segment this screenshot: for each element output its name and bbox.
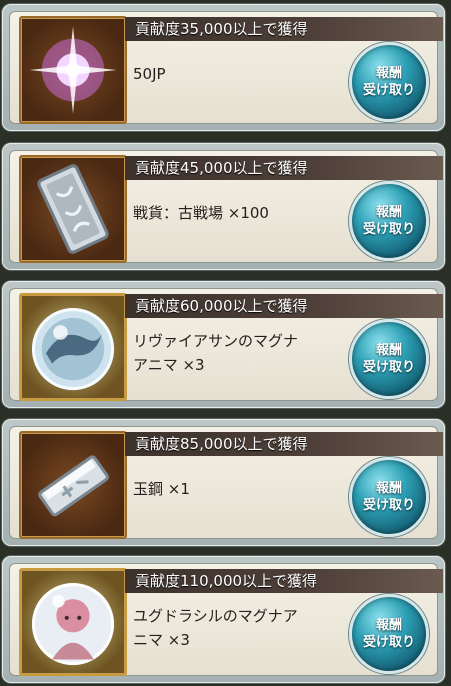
purple-star-orb-icon xyxy=(19,16,127,124)
reward-list: 貢献度35,000以上で獲得 50JP 報酬 受け取り 貢献度45,000以上で… xyxy=(0,0,451,686)
reward-card: 貢献度45,000以上で獲得 戦貨：古戦場 ×100 報酬 受け取り xyxy=(2,143,445,270)
threshold-label: 貢献度110,000以上で獲得 xyxy=(125,569,443,593)
reward-item-name: 50JP xyxy=(133,65,166,83)
claim-reward-button[interactable]: 報酬 受け取り xyxy=(349,594,429,674)
reward-item-name: 玉鋼 ×1 xyxy=(133,480,190,498)
threshold-label: 貢献度35,000以上で獲得 xyxy=(125,17,443,41)
reward-item-name: 戦貨：古戦場 ×100 xyxy=(133,204,269,222)
claim-reward-button[interactable]: 報酬 受け取り xyxy=(349,457,429,537)
reward-card: 貢献度60,000以上で獲得 リヴァイアサンのマグナ アニマ ×3 報酬 受け取… xyxy=(2,281,445,408)
steel-ingot-icon xyxy=(19,431,127,539)
claim-reward-button[interactable]: 報酬 受け取り xyxy=(349,42,429,122)
reward-item-name: ユグドラシルのマグナア ニマ ×3 xyxy=(133,607,298,649)
threshold-label: 貢献度45,000以上で獲得 xyxy=(125,156,443,180)
reward-card-body: 貢献度35,000以上で獲得 50JP 報酬 受け取り xyxy=(9,11,443,124)
reward-card-body: 貢献度60,000以上で獲得 リヴァイアサンのマグナ アニマ ×3 報酬 受け取… xyxy=(9,288,443,401)
threshold-label: 貢献度60,000以上で獲得 xyxy=(125,294,443,318)
threshold-label: 貢献度85,000以上で獲得 xyxy=(125,432,443,456)
reward-card: 貢献度85,000以上で獲得 玉鋼 ×1 報酬 受け取り xyxy=(2,419,445,546)
reward-item-name: リヴァイアサンのマグナ アニマ ×3 xyxy=(133,332,299,374)
reward-card: 貢献度35,000以上で獲得 50JP 報酬 受け取り xyxy=(2,4,445,131)
claim-reward-button[interactable]: 報酬 受け取り xyxy=(349,319,429,399)
yggdrasil-anima-orb-icon xyxy=(19,568,127,676)
claim-reward-button[interactable]: 報酬 受け取り xyxy=(349,181,429,261)
reward-card-body: 貢献度45,000以上で獲得 戦貨：古戦場 ×100 報酬 受け取り xyxy=(9,150,443,263)
reward-card-body: 貢献度110,000以上で獲得 ユグドラシルのマグナア ニマ ×3 報酬 受け取… xyxy=(9,563,443,676)
reward-card-body: 貢献度85,000以上で獲得 玉鋼 ×1 報酬 受け取り xyxy=(9,426,443,539)
leviathan-anima-orb-icon xyxy=(19,293,127,401)
reward-card: 貢献度110,000以上で獲得 ユグドラシルのマグナア ニマ ×3 報酬 受け取… xyxy=(2,556,445,683)
silver-war-medal-icon xyxy=(19,155,127,263)
